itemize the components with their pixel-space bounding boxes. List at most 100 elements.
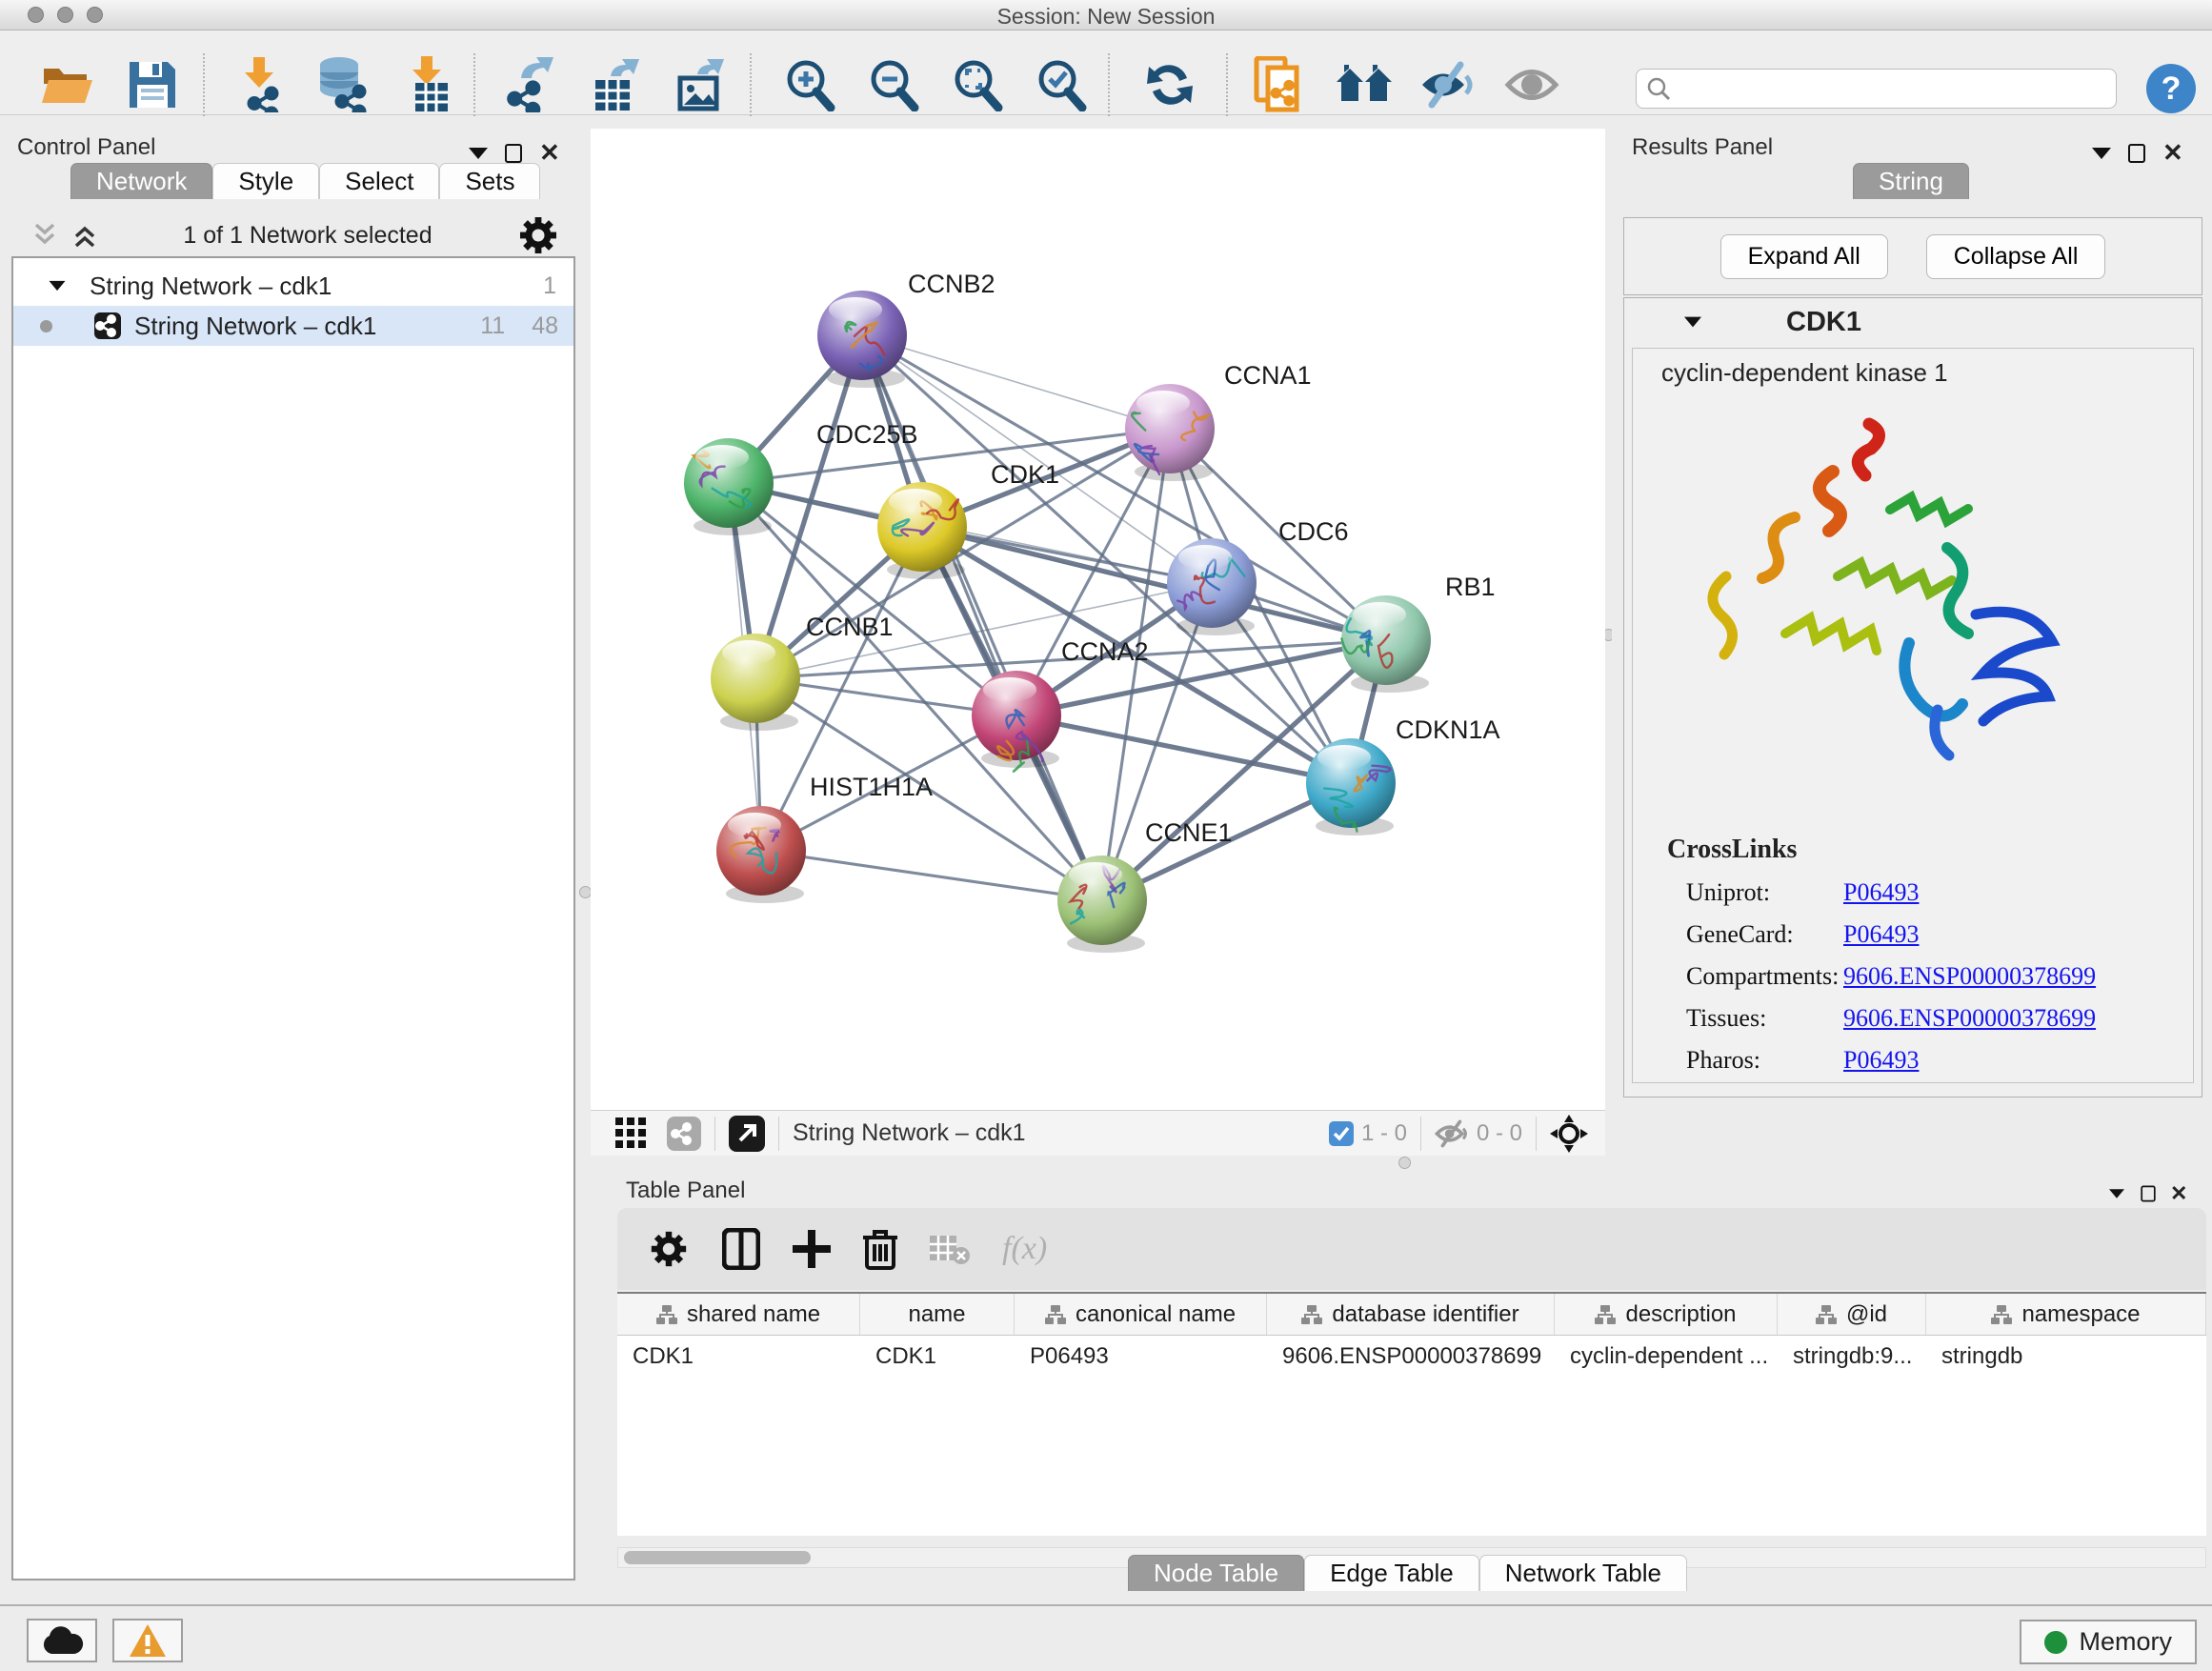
network-edge-CCNA2-CDKN1A[interactable] — [1016, 715, 1351, 783]
crosslink-label: Uniprot: — [1686, 878, 1843, 907]
cell-database-identifier[interactable]: 9606.ENSP00000378699 — [1267, 1336, 1555, 1378]
function-builder-icon[interactable]: f(x) — [1002, 1231, 1047, 1267]
restore-panel-icon[interactable] — [2141, 1186, 2155, 1202]
export-table-button[interactable] — [586, 53, 649, 116]
export-image-button[interactable] — [671, 53, 734, 116]
zoom-out-button[interactable] — [862, 53, 925, 116]
hide-structure-images-button[interactable] — [1416, 53, 1478, 116]
warnings-button[interactable] — [112, 1619, 183, 1662]
import-table-file-button[interactable] — [397, 53, 460, 116]
network-node-HIST1H1A[interactable]: HIST1H1A — [716, 773, 933, 903]
collection-name: String Network – cdk1 — [90, 272, 332, 301]
crosslink-link[interactable]: 9606.ENSP00000378699 — [1843, 962, 2096, 991]
tab-node-table[interactable]: Node Table — [1128, 1555, 1304, 1591]
network-canvas[interactable]: CCNB2CCNA1CDC25BCDK1CDC6RB1CCNB1CCNA2CDK… — [591, 129, 1605, 1110]
network-edge-CCNB2-CCNA1[interactable] — [862, 335, 1170, 429]
delete-column-trash-icon[interactable] — [863, 1228, 897, 1270]
column-header-canonical-name[interactable]: canonical name — [1015, 1294, 1267, 1335]
network-row[interactable]: String Network – cdk1 11 48 — [13, 306, 573, 346]
column-header-database-identifier[interactable]: database identifier — [1267, 1294, 1555, 1335]
column-header-namespace[interactable]: namespace — [1926, 1294, 2206, 1335]
table-options-gear-icon[interactable] — [648, 1228, 690, 1270]
birds-eye-view-icon[interactable] — [1550, 1115, 1588, 1153]
network-node-CCNB2[interactable]: CCNB2 — [817, 270, 995, 388]
zoom-fit-button[interactable] — [946, 53, 1009, 116]
cell-canonical-name[interactable]: P06493 — [1015, 1336, 1267, 1378]
collapse-all-icon[interactable] — [30, 223, 59, 248]
cell-@id[interactable]: stringdb:9... — [1778, 1336, 1926, 1378]
protein-expander-icon[interactable] — [1684, 317, 1701, 328]
cell-shared-name[interactable]: CDK1 — [617, 1336, 860, 1378]
network-edge-HIST1H1A-CCNE1[interactable] — [761, 851, 1102, 900]
crosslink-label: Tissues: — [1686, 1004, 1843, 1033]
cell-namespace[interactable]: stringdb — [1926, 1336, 2206, 1378]
protein-details: cyclin-dependent kinase 1 CrossL — [1632, 348, 2194, 1083]
tab-network-table[interactable]: Network Table — [1479, 1555, 1687, 1591]
network-view-mode-icon[interactable] — [667, 1117, 701, 1151]
table-row[interactable]: CDK1CDK1P064939606.ENSP00000378699cyclin… — [617, 1336, 2206, 1378]
float-panel-icon[interactable] — [469, 148, 488, 159]
collapse-all-button[interactable]: Collapse All — [1926, 234, 2106, 279]
open-session-button[interactable] — [37, 53, 100, 116]
help-button[interactable]: ? — [2146, 64, 2196, 113]
tab-sets[interactable]: Sets — [439, 163, 540, 199]
column-header-name[interactable]: name — [860, 1294, 1015, 1335]
add-column-icon[interactable] — [793, 1230, 831, 1268]
cell-name[interactable]: CDK1 — [860, 1336, 1015, 1378]
network-options-gear-icon[interactable] — [516, 213, 560, 257]
show-columns-icon[interactable] — [722, 1228, 760, 1270]
expand-all-icon[interactable] — [70, 223, 99, 248]
protein-card-header[interactable]: CDK1 — [1624, 298, 2202, 346]
crosslink-link[interactable]: P06493 — [1843, 920, 1919, 949]
network-node-CCNE1[interactable]: CCNE1 — [1057, 818, 1233, 953]
close-panel-icon[interactable]: ✕ — [2162, 138, 2183, 168]
clone-network-button[interactable] — [1248, 53, 1311, 116]
save-session-button[interactable] — [121, 53, 184, 116]
delete-table-icon[interactable] — [930, 1232, 970, 1266]
network-edge-count: 48 — [532, 312, 558, 340]
cell-description[interactable]: cyclin-dependent ... — [1555, 1336, 1778, 1378]
tab-string[interactable]: String — [1853, 163, 1969, 199]
crosslink-link[interactable]: P06493 — [1843, 878, 1919, 907]
crosslink-label: GeneCard: — [1686, 920, 1843, 949]
network-node-RB1[interactable]: RB1 — [1341, 573, 1496, 693]
toolbar-separator — [1108, 53, 1110, 116]
refresh-layout-button[interactable] — [1138, 53, 1201, 116]
restore-panel-icon[interactable] — [2128, 144, 2145, 163]
zoom-in-button[interactable] — [778, 53, 841, 116]
detach-view-icon[interactable] — [729, 1116, 765, 1152]
network-grid-view-icon[interactable] — [615, 1117, 648, 1150]
tab-network[interactable]: Network — [70, 163, 212, 199]
crosslink-link[interactable]: 9606.ENSP00000378699 — [1843, 1004, 2096, 1033]
eye-button[interactable] — [1500, 53, 1563, 116]
import-network-file-button[interactable] — [228, 53, 291, 116]
close-panel-icon[interactable]: ✕ — [539, 138, 560, 168]
crosslink-link[interactable]: P06493 — [1843, 1046, 1919, 1075]
memory-button[interactable]: Memory — [2020, 1620, 2197, 1664]
import-network-database-button[interactable] — [312, 53, 374, 116]
tab-select[interactable]: Select — [319, 163, 439, 199]
collection-expander-icon[interactable] — [50, 281, 66, 291]
string-home-button[interactable] — [1333, 53, 1396, 116]
selected-checkbox-icon[interactable] — [1329, 1121, 1354, 1146]
network-collection-row[interactable]: String Network – cdk1 1 — [13, 266, 573, 306]
tab-style[interactable]: Style — [212, 163, 319, 199]
export-network-button[interactable] — [500, 53, 563, 116]
column-header-description[interactable]: description — [1555, 1294, 1778, 1335]
float-panel-icon[interactable] — [2092, 148, 2111, 159]
hidden-eye-slash-icon[interactable] — [1435, 1119, 1469, 1148]
restore-panel-icon[interactable] — [505, 144, 522, 163]
bottom-splitter-handle[interactable] — [1398, 1157, 1411, 1169]
search-input[interactable] — [1671, 76, 2106, 101]
zoom-selected-button[interactable] — [1030, 53, 1093, 116]
column-header-@id[interactable]: @id — [1778, 1294, 1926, 1335]
cloud-status-button[interactable] — [27, 1619, 97, 1662]
network-node-CCNA1[interactable]: CCNA1 — [1125, 361, 1312, 481]
tab-edge-table[interactable]: Edge Table — [1304, 1555, 1479, 1591]
column-header-shared-name[interactable]: shared name — [617, 1294, 860, 1335]
scrollbar-thumb[interactable] — [624, 1551, 811, 1564]
expand-all-button[interactable]: Expand All — [1720, 234, 1888, 279]
network-node-CDKN1A[interactable]: CDKN1A — [1306, 715, 1500, 836]
float-panel-icon[interactable] — [2109, 1189, 2124, 1198]
close-panel-icon[interactable]: ✕ — [2170, 1181, 2187, 1206]
